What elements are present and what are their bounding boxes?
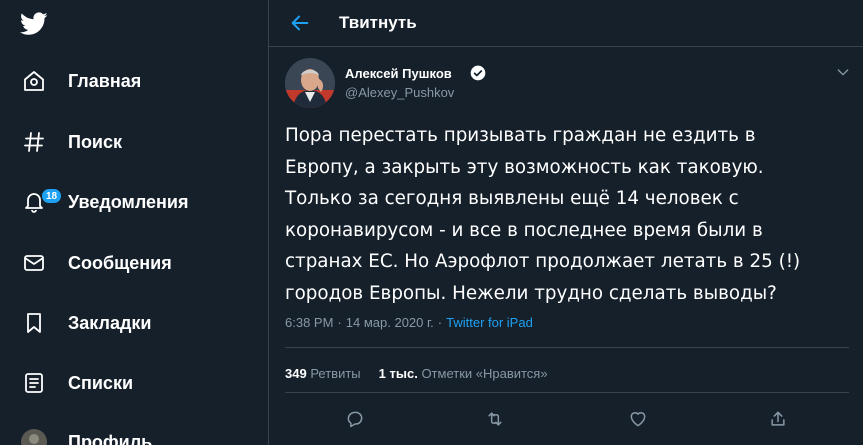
- retweet-button[interactable]: [482, 406, 508, 432]
- tweet-actions: [269, 404, 863, 434]
- tweet-text: Пора перестать призывать граждан не езди…: [285, 125, 801, 304]
- nav-item-profile[interactable]: Профиль: [8, 420, 208, 445]
- home-icon: [20, 67, 48, 95]
- sidebar: Главная Поиск 18 Уведомления Сообщения З…: [0, 0, 268, 445]
- nav-label: Закладки: [68, 312, 152, 333]
- tweet-meta: 6:38 PM · 14 мар. 2020 г. · Twitter for iPad: [285, 315, 533, 330]
- share-icon: [771, 411, 785, 426]
- nav-label: Сообщения: [68, 252, 172, 273]
- nav-item-notifications[interactable]: 18 Уведомления: [8, 180, 228, 224]
- likes-count: 1 тыс.: [378, 366, 418, 381]
- bell-icon: 18: [20, 188, 63, 216]
- page-title: Твитнуть: [339, 13, 417, 32]
- nav-label: Уведомления: [68, 191, 189, 212]
- reply-button[interactable]: [342, 406, 368, 432]
- nav-label: Главная: [68, 70, 142, 91]
- nav-item-home[interactable]: Главная: [8, 59, 208, 103]
- retweet-icon: [488, 412, 502, 426]
- envelope-icon: [20, 249, 48, 277]
- nav-item-search[interactable]: Поиск: [8, 120, 208, 164]
- nav-item-messages[interactable]: Сообщения: [8, 241, 208, 285]
- tweet-time[interactable]: 6:38 PM: [285, 315, 333, 330]
- divider: [285, 347, 849, 348]
- nav-label: Списки: [68, 372, 134, 393]
- author-name[interactable]: Алексей Пушков: [345, 66, 452, 81]
- author-handle[interactable]: @Alexey_Pushkov: [345, 85, 454, 100]
- nav-label: Поиск: [68, 131, 123, 152]
- chevron-down-icon[interactable]: [835, 64, 851, 80]
- tweet-source-link[interactable]: Twitter for iPad: [446, 315, 533, 330]
- bookmark-icon: [20, 309, 48, 337]
- tweet-stats: 349 Ретвиты 1 тыс. Отметки «Нравится»: [285, 366, 548, 381]
- retweets-label: Ретвиты: [310, 366, 361, 381]
- author-avatar[interactable]: [285, 58, 335, 108]
- twitter-logo-icon[interactable]: [14, 6, 54, 42]
- retweets-stat[interactable]: 349 Ретвиты: [285, 366, 361, 381]
- heart-icon: [630, 412, 646, 427]
- tweet-detail-column: Твитнуть Алексей Пушков @Alexey_Pushkov …: [268, 0, 863, 445]
- share-button[interactable]: [765, 406, 791, 432]
- retweets-count: 349: [285, 366, 307, 381]
- nav-label: Профиль: [68, 431, 153, 445]
- separator: ·: [337, 315, 342, 330]
- arrow-left-icon: [291, 15, 309, 31]
- page-header: Твитнуть: [269, 0, 863, 47]
- reply-icon: [347, 411, 363, 428]
- divider: [285, 392, 849, 393]
- like-button[interactable]: [625, 406, 651, 432]
- nav-item-bookmarks[interactable]: Закладки: [8, 301, 208, 345]
- nav-item-lists[interactable]: Списки: [8, 361, 208, 405]
- back-button[interactable]: [283, 6, 317, 40]
- notification-badge: 18: [41, 188, 63, 204]
- likes-stat[interactable]: 1 тыс. Отметки «Нравится»: [379, 366, 548, 381]
- avatar-icon: [20, 428, 48, 445]
- tweet-date[interactable]: 14 мар. 2020 г.: [346, 315, 434, 330]
- verified-badge-icon: [470, 65, 486, 81]
- likes-label: Отметки «Нравится»: [421, 366, 548, 381]
- list-icon: [20, 369, 48, 397]
- hashtag-icon: [20, 128, 48, 156]
- separator: ·: [437, 315, 443, 330]
